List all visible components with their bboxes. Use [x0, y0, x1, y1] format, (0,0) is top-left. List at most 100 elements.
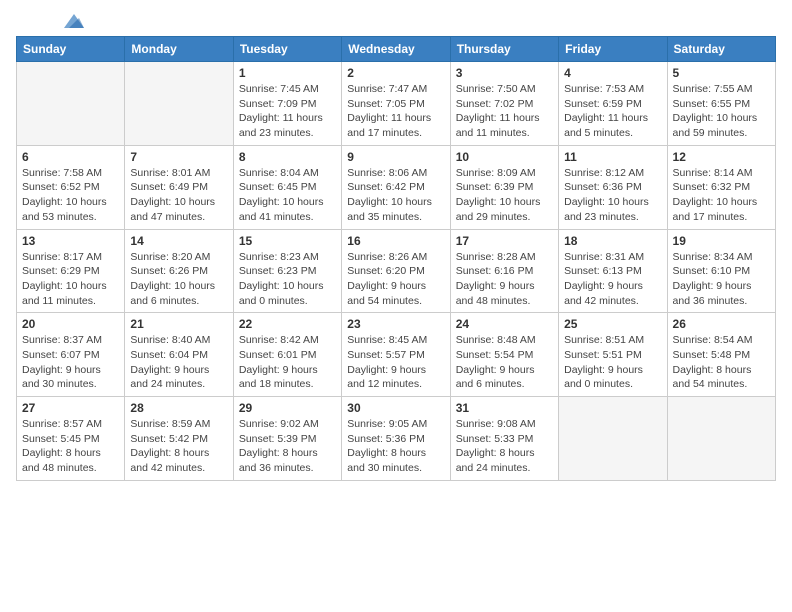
calendar-cell: 6Sunrise: 7:58 AM Sunset: 6:52 PM Daylig… [17, 145, 125, 229]
day-number: 16 [347, 234, 444, 248]
day-info: Sunrise: 8:09 AM Sunset: 6:39 PM Dayligh… [456, 166, 553, 225]
calendar-cell [559, 397, 667, 481]
day-number: 21 [130, 317, 227, 331]
calendar-cell: 27 Sunrise: 8:57 AM Sunset: 5:45 PM Dayli… [17, 397, 125, 481]
day-info: Sunrise: 8:26 AM Sunset: 6:20 PM Dayligh… [347, 250, 444, 309]
day-number: 10 [456, 150, 553, 164]
day-info: Sunrise: 8:12 AM Sunset: 6:36 PM Dayligh… [564, 166, 661, 225]
calendar-table: SundayMondayTuesdayWednesdayThursdayFrid… [16, 36, 776, 481]
day-of-week-header: Saturday [667, 37, 775, 62]
day-info: Sunrise: 8:40 AM Sunset: 6:04 PM Dayligh… [130, 333, 227, 392]
day-number: 3 [456, 66, 553, 80]
day-number: 15 [239, 234, 336, 248]
calendar-cell: 23Sunrise: 8:45 AM Sunset: 5:57 PM Dayli… [342, 313, 450, 397]
logo [16, 16, 84, 28]
day-info: Sunrise: 8:04 AM Sunset: 6:45 PM Dayligh… [239, 166, 336, 225]
calendar-week-row: 1 Sunrise: 7:45 AM Sunset: 7:09 PM Daylig… [17, 62, 776, 146]
day-number: 18 [564, 234, 661, 248]
calendar-cell: 26Sunrise: 8:54 AM Sunset: 5:48 PM Dayli… [667, 313, 775, 397]
calendar-cell: 4Sunrise: 7:53 AM Sunset: 6:59 PM Daylig… [559, 62, 667, 146]
page-header [16, 16, 776, 28]
day-info: Sunrise: 8:23 AM Sunset: 6:23 PM Dayligh… [239, 250, 336, 309]
day-number: 17 [456, 234, 553, 248]
calendar-cell [17, 62, 125, 146]
day-of-week-header: Monday [125, 37, 233, 62]
calendar-cell: 9Sunrise: 8:06 AM Sunset: 6:42 PM Daylig… [342, 145, 450, 229]
calendar-week-row: 6Sunrise: 7:58 AM Sunset: 6:52 PM Daylig… [17, 145, 776, 229]
day-info: Sunrise: 7:47 AM Sunset: 7:05 PM Dayligh… [347, 82, 444, 141]
day-number: 20 [22, 317, 119, 331]
calendar-cell [667, 397, 775, 481]
day-number: 29 [239, 401, 336, 415]
calendar-cell: 7 Sunrise: 8:01 AM Sunset: 6:49 PM Daylig… [125, 145, 233, 229]
day-info: Sunrise: 9:05 AM Sunset: 5:36 PM Dayligh… [347, 417, 444, 476]
day-info: Sunrise: 9:08 AM Sunset: 5:33 PM Dayligh… [456, 417, 553, 476]
day-info: Sunrise: 7:45 AM Sunset: 7:09 PM Dayligh… [239, 82, 336, 141]
day-of-week-header: Wednesday [342, 37, 450, 62]
logo-icon [64, 14, 84, 28]
calendar-week-row: 27 Sunrise: 8:57 AM Sunset: 5:45 PM Dayli… [17, 397, 776, 481]
calendar-cell: 17 Sunrise: 8:28 AM Sunset: 6:16 PM Dayli… [450, 229, 558, 313]
calendar-header-row: SundayMondayTuesdayWednesdayThursdayFrid… [17, 37, 776, 62]
day-info: Sunrise: 8:37 AM Sunset: 6:07 PM Dayligh… [22, 333, 119, 392]
day-info: Sunrise: 7:55 AM Sunset: 6:55 PM Dayligh… [673, 82, 770, 141]
calendar-cell: 11 Sunrise: 8:12 AM Sunset: 6:36 PM Dayli… [559, 145, 667, 229]
day-info: Sunrise: 8:14 AM Sunset: 6:32 PM Dayligh… [673, 166, 770, 225]
calendar-week-row: 13Sunrise: 8:17 AM Sunset: 6:29 PM Dayli… [17, 229, 776, 313]
day-number: 24 [456, 317, 553, 331]
day-number: 31 [456, 401, 553, 415]
day-number: 25 [564, 317, 661, 331]
calendar-cell: 3 Sunrise: 7:50 AM Sunset: 7:02 PM Daylig… [450, 62, 558, 146]
day-number: 22 [239, 317, 336, 331]
day-info: Sunrise: 9:02 AM Sunset: 5:39 PM Dayligh… [239, 417, 336, 476]
calendar-cell: 15 Sunrise: 8:23 AM Sunset: 6:23 PM Dayli… [233, 229, 341, 313]
calendar-cell: 20 Sunrise: 8:37 AM Sunset: 6:07 PM Dayli… [17, 313, 125, 397]
day-info: Sunrise: 8:59 AM Sunset: 5:42 PM Dayligh… [130, 417, 227, 476]
day-of-week-header: Friday [559, 37, 667, 62]
calendar-cell: 31 Sunrise: 9:08 AM Sunset: 5:33 PM Dayli… [450, 397, 558, 481]
day-number: 9 [347, 150, 444, 164]
calendar-cell: 1 Sunrise: 7:45 AM Sunset: 7:09 PM Daylig… [233, 62, 341, 146]
calendar-cell: 30 Sunrise: 9:05 AM Sunset: 5:36 PM Dayli… [342, 397, 450, 481]
calendar-cell [125, 62, 233, 146]
day-info: Sunrise: 8:57 AM Sunset: 5:45 PM Dayligh… [22, 417, 119, 476]
day-info: Sunrise: 8:34 AM Sunset: 6:10 PM Dayligh… [673, 250, 770, 309]
day-number: 11 [564, 150, 661, 164]
calendar-cell: 8Sunrise: 8:04 AM Sunset: 6:45 PM Daylig… [233, 145, 341, 229]
day-number: 19 [673, 234, 770, 248]
day-number: 28 [130, 401, 227, 415]
calendar-cell: 16 Sunrise: 8:26 AM Sunset: 6:20 PM Dayli… [342, 229, 450, 313]
calendar-cell: 21 Sunrise: 8:40 AM Sunset: 6:04 PM Dayli… [125, 313, 233, 397]
day-number: 27 [22, 401, 119, 415]
day-number: 6 [22, 150, 119, 164]
day-number: 12 [673, 150, 770, 164]
day-number: 2 [347, 66, 444, 80]
calendar-cell: 22Sunrise: 8:42 AM Sunset: 6:01 PM Dayli… [233, 313, 341, 397]
calendar-cell: 5 Sunrise: 7:55 AM Sunset: 6:55 PM Daylig… [667, 62, 775, 146]
calendar-cell: 10 Sunrise: 8:09 AM Sunset: 6:39 PM Dayli… [450, 145, 558, 229]
day-info: Sunrise: 8:51 AM Sunset: 5:51 PM Dayligh… [564, 333, 661, 392]
calendar-cell: 19 Sunrise: 8:34 AM Sunset: 6:10 PM Dayli… [667, 229, 775, 313]
day-number: 7 [130, 150, 227, 164]
day-of-week-header: Tuesday [233, 37, 341, 62]
calendar-cell: 24 Sunrise: 8:48 AM Sunset: 5:54 PM Dayli… [450, 313, 558, 397]
day-info: Sunrise: 8:48 AM Sunset: 5:54 PM Dayligh… [456, 333, 553, 392]
day-number: 1 [239, 66, 336, 80]
day-number: 5 [673, 66, 770, 80]
day-info: Sunrise: 8:01 AM Sunset: 6:49 PM Dayligh… [130, 166, 227, 225]
calendar-cell: 28 Sunrise: 8:59 AM Sunset: 5:42 PM Dayli… [125, 397, 233, 481]
day-number: 30 [347, 401, 444, 415]
day-info: Sunrise: 8:28 AM Sunset: 6:16 PM Dayligh… [456, 250, 553, 309]
day-info: Sunrise: 8:20 AM Sunset: 6:26 PM Dayligh… [130, 250, 227, 309]
calendar-cell: 2 Sunrise: 7:47 AM Sunset: 7:05 PM Daylig… [342, 62, 450, 146]
calendar-cell: 14Sunrise: 8:20 AM Sunset: 6:26 PM Dayli… [125, 229, 233, 313]
calendar-week-row: 20 Sunrise: 8:37 AM Sunset: 6:07 PM Dayli… [17, 313, 776, 397]
day-info: Sunrise: 8:31 AM Sunset: 6:13 PM Dayligh… [564, 250, 661, 309]
day-number: 26 [673, 317, 770, 331]
calendar-cell: 25 Sunrise: 8:51 AM Sunset: 5:51 PM Dayli… [559, 313, 667, 397]
calendar-cell: 13Sunrise: 8:17 AM Sunset: 6:29 PM Dayli… [17, 229, 125, 313]
day-number: 23 [347, 317, 444, 331]
day-number: 13 [22, 234, 119, 248]
day-number: 4 [564, 66, 661, 80]
day-info: Sunrise: 7:50 AM Sunset: 7:02 PM Dayligh… [456, 82, 553, 141]
